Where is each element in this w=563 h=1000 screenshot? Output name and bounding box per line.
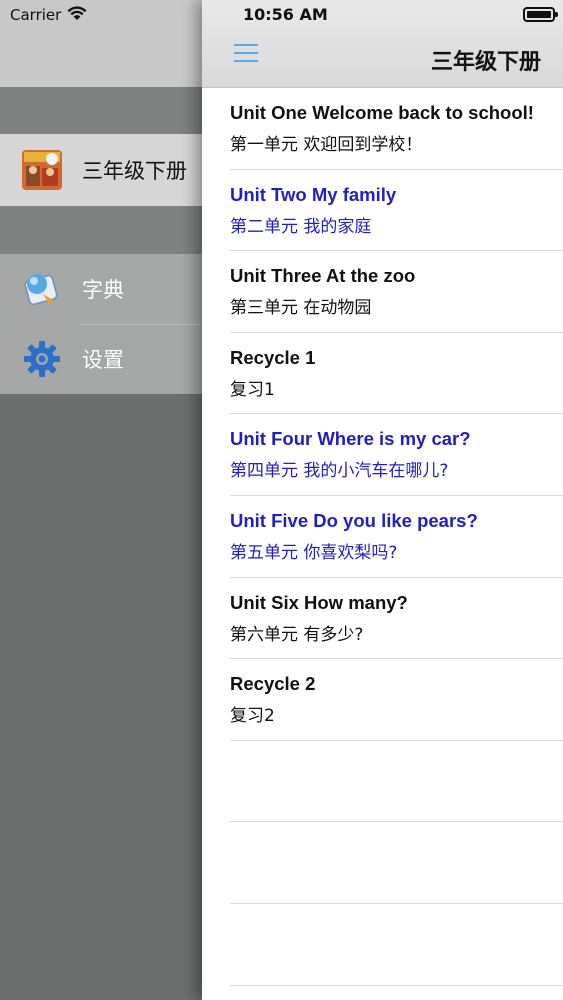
status-bar-left: Carrier (0, 0, 210, 30)
drawer-book-label: 三年级下册 (82, 159, 187, 183)
unit-title-en: Unit Six How many? (230, 591, 408, 613)
unit-row[interactable]: Unit Two My family 第二单元 我的家庭 (202, 170, 563, 252)
unit-title-cn: 第四单元 我的小汽车在哪儿? (230, 461, 449, 482)
unit-row[interactable]: Recycle 1 复习1 (202, 333, 563, 415)
unit-title-cn: 复习2 (230, 706, 275, 727)
hamburger-menu-icon[interactable] (234, 44, 258, 66)
page-title: 三年级下册 (430, 50, 541, 75)
main-panel: 10:56 AM 三年级下册 Unit One Welcome back to … (202, 0, 563, 1000)
drawer-menu: 字典 设置 (0, 254, 210, 394)
unit-list: Unit One Welcome back to school! 第一单元 欢迎回… (202, 88, 563, 986)
unit-title-en: Recycle 2 (230, 673, 316, 695)
drawer-item-settings[interactable]: 设置 (0, 324, 210, 394)
unit-title-cn: 第六单元 有多少? (230, 624, 364, 645)
unit-row[interactable]: Unit Four Where is my car? 第四单元 我的小汽车在哪儿? (202, 414, 563, 496)
status-time: 10:56 AM (243, 5, 328, 24)
unit-title-cn: 复习1 (230, 379, 275, 400)
drawer-item-book[interactable]: 三年级下册 (0, 134, 210, 206)
gear-icon (22, 339, 62, 379)
unit-title-cn: 第一单元 欢迎回到学校！ (230, 135, 423, 155)
book-cover-icon (22, 150, 62, 190)
unit-title-en: Unit Two My family (230, 183, 397, 205)
unit-row[interactable]: Unit One Welcome back to school! 第一单元 欢迎回… (202, 88, 563, 170)
unit-title-en: Unit Five Do you like pears? (230, 509, 478, 531)
empty-row (202, 822, 563, 904)
unit-row[interactable]: Unit Three At the zoo 第三单元 在动物园 (202, 251, 563, 333)
unit-title-cn: 第二单元 我的家庭 (230, 216, 372, 237)
battery-icon (523, 7, 558, 22)
unit-row[interactable]: Recycle 2 复习2 (202, 659, 563, 741)
wifi-icon (67, 5, 87, 25)
drawer-spacer (0, 87, 210, 134)
dictionary-icon (22, 269, 62, 309)
drawer-item-dictionary[interactable]: 字典 (0, 254, 210, 324)
drawer-item-label: 设置 (82, 348, 124, 372)
side-drawer: 三年级下册 字典 设置 (0, 0, 210, 1000)
drawer-spacer (0, 206, 210, 254)
unit-title-cn: 第三单元 在动物园 (230, 298, 372, 319)
unit-title-en: Unit One Welcome back to school! (230, 102, 534, 123)
unit-row[interactable]: Unit Six How many? 第六单元 有多少? (202, 578, 563, 660)
empty-row (202, 904, 563, 986)
unit-row[interactable]: Unit Five Do you like pears? 第五单元 你喜欢梨吗? (202, 496, 563, 578)
unit-title-en: Recycle 1 (230, 346, 316, 368)
unit-title-en: Unit Four Where is my car? (230, 428, 471, 450)
carrier-label: Carrier (10, 6, 62, 24)
drawer-item-label: 字典 (82, 278, 124, 302)
unit-title-en: Unit Three At the zoo (230, 265, 416, 287)
empty-row (202, 741, 563, 823)
navigation-bar: 10:56 AM 三年级下册 (202, 0, 563, 88)
unit-title-cn: 第五单元 你喜欢梨吗? (230, 542, 398, 563)
